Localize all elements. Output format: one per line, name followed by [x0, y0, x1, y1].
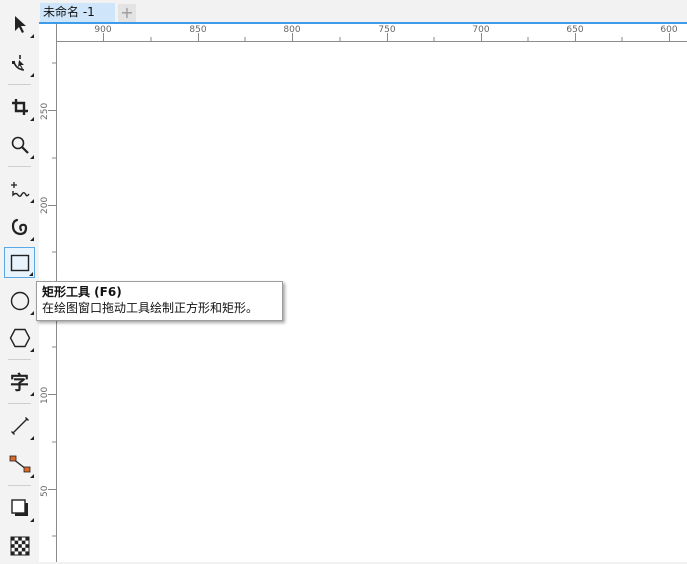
ruler-label: 250: [40, 102, 50, 120]
ellipse-icon: [10, 291, 29, 310]
flyout-indicator: [30, 474, 34, 478]
ruler-label: 100: [40, 386, 50, 404]
flyout-indicator: [30, 311, 34, 315]
shape-node-icon: [11, 54, 24, 71]
toolbox-separator: [8, 485, 31, 486]
polygon-tool-button[interactable]: [4, 322, 35, 353]
toolbox-separator: [8, 84, 31, 85]
toolbox-separator: [8, 166, 31, 167]
text-char-icon: 字: [9, 372, 29, 394]
flyout-indicator: [30, 518, 34, 522]
flyout-indicator: [30, 199, 34, 203]
rectangle-icon: [10, 254, 29, 271]
document-tab-bar: 未命名 -1 +: [39, 0, 687, 24]
toolbox: 字: [0, 0, 40, 562]
horizontal-ruler-ticks: [103, 33, 670, 41]
flyout-indicator: [29, 272, 33, 276]
ruler-label: 850: [189, 25, 207, 35]
rectangle-tool-button[interactable]: [4, 247, 35, 278]
dimension-tool-button[interactable]: [4, 410, 35, 441]
text-tool-button[interactable]: 字: [4, 366, 35, 397]
toolbox-separator: [8, 359, 31, 360]
crop-icon: [11, 98, 28, 115]
magnifier-icon: [11, 136, 29, 154]
transparency-checker-icon: [10, 536, 29, 555]
polygon-icon: [9, 328, 30, 347]
pick-tool-button[interactable]: [4, 8, 35, 39]
drop-shadow-icon: [10, 498, 28, 516]
tooltip-description: 在绘图窗口拖动工具绘制正方形和矩形。: [42, 301, 259, 315]
ruler-label: 50: [40, 485, 50, 497]
transparency-tool-button[interactable]: [4, 530, 35, 561]
ellipse-tool-button[interactable]: [4, 285, 35, 316]
toolbox-separator: [8, 403, 31, 404]
ruler-label: 650: [566, 25, 584, 35]
document-tab[interactable]: 未命名 -1: [40, 3, 115, 22]
ruler-label: 700: [472, 25, 490, 35]
zoom-tool-button[interactable]: [4, 129, 35, 160]
ruler-label: 750: [378, 25, 396, 35]
flyout-indicator: [30, 34, 34, 38]
ruler-label: 900: [94, 25, 112, 35]
connector-icon: [9, 455, 30, 472]
ruler-label: 200: [40, 196, 50, 214]
rectangle-tool-tooltip: 矩形工具 (F6) 在绘图窗口拖动工具绘制正方形和矩形。: [36, 281, 283, 321]
freehand-curve-icon: [10, 181, 30, 197]
new-tab-button[interactable]: +: [118, 4, 136, 22]
tooltip-title: 矩形工具 (F6): [42, 285, 122, 299]
flyout-indicator: [30, 392, 34, 396]
artistic-media-icon: [11, 218, 27, 235]
flyout-indicator: [30, 436, 34, 440]
crop-tool-button[interactable]: [4, 91, 35, 122]
parallel-dimension-icon: [10, 416, 29, 435]
freehand-tool-button[interactable]: [4, 173, 35, 204]
flyout-indicator: [30, 117, 34, 121]
flyout-indicator: [30, 155, 34, 159]
pointer-arrow-icon: [14, 15, 26, 33]
connector-tool-button[interactable]: [4, 448, 35, 479]
shape-tool-button[interactable]: [4, 47, 35, 78]
flyout-indicator: [30, 237, 34, 241]
flyout-indicator: [30, 73, 34, 77]
flyout-indicator: [30, 348, 34, 352]
ruler-label: 600: [660, 25, 678, 35]
drop-shadow-tool-button[interactable]: [4, 492, 35, 523]
horizontal-ruler[interactable]: 900 850 800 750 700 650 600: [57, 24, 687, 42]
ruler-label: 800: [283, 25, 301, 35]
artistic-media-tool-button[interactable]: [4, 211, 35, 242]
